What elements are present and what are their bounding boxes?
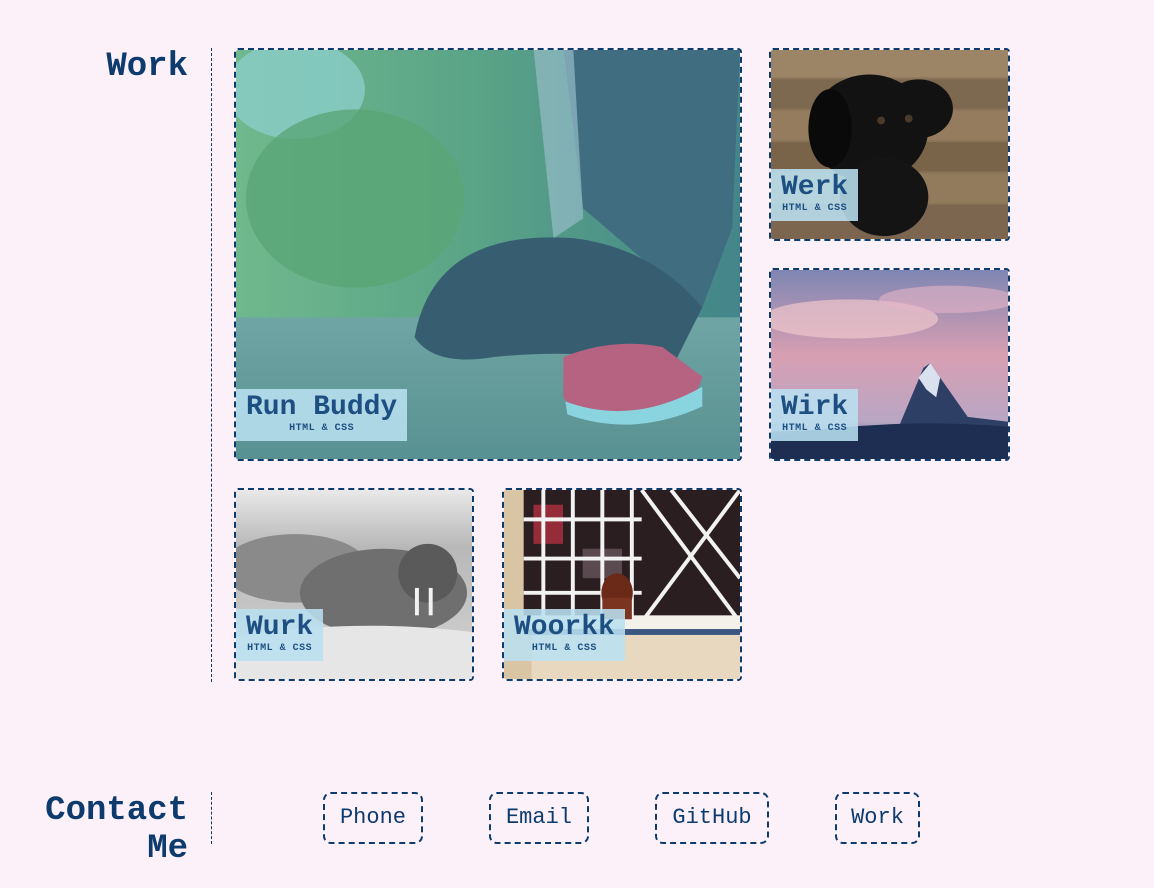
work-heading: Work (106, 48, 188, 86)
phone-link[interactable]: Phone (323, 792, 423, 844)
project-label: Woorkk HTML & CSS (504, 609, 625, 661)
contact-divider (211, 792, 212, 844)
project-card-run-buddy[interactable]: Run Buddy HTML & CSS (234, 48, 742, 461)
project-subtitle: HTML & CSS (782, 203, 848, 214)
project-title: Werk (781, 172, 849, 203)
project-title: Wurk (246, 612, 314, 643)
project-card-woorkk[interactable]: Woorkk HTML & CSS (502, 488, 742, 681)
contact-heading-line2: Me (147, 830, 188, 868)
project-subtitle: HTML & CSS (782, 423, 848, 434)
project-label: Run Buddy HTML & CSS (236, 389, 408, 441)
project-title: Woorkk (514, 612, 615, 643)
contact-heading: Contact Me (20, 792, 188, 868)
project-label: Wurk HTML & CSS (236, 609, 324, 661)
project-subtitle: HTML & CSS (289, 423, 355, 434)
project-subtitle: HTML & CSS (531, 643, 597, 654)
project-label: Werk HTML & CSS (771, 169, 859, 221)
project-card-werk[interactable]: Werk HTML & CSS (769, 48, 1010, 241)
work-link[interactable]: Work (835, 792, 920, 844)
project-subtitle: HTML & CSS (247, 643, 313, 654)
email-link[interactable]: Email (489, 792, 589, 844)
github-link[interactable]: GitHub (655, 792, 769, 844)
contact-heading-line1: Contact (45, 792, 188, 830)
project-title: Wirk (781, 392, 849, 423)
project-title: Run Buddy (246, 392, 398, 423)
project-card-wirk[interactable]: Wirk HTML & CSS (769, 268, 1010, 461)
project-label: Wirk HTML & CSS (771, 389, 859, 441)
project-card-wurk[interactable]: Wurk HTML & CSS (234, 488, 474, 681)
work-divider (211, 48, 212, 682)
